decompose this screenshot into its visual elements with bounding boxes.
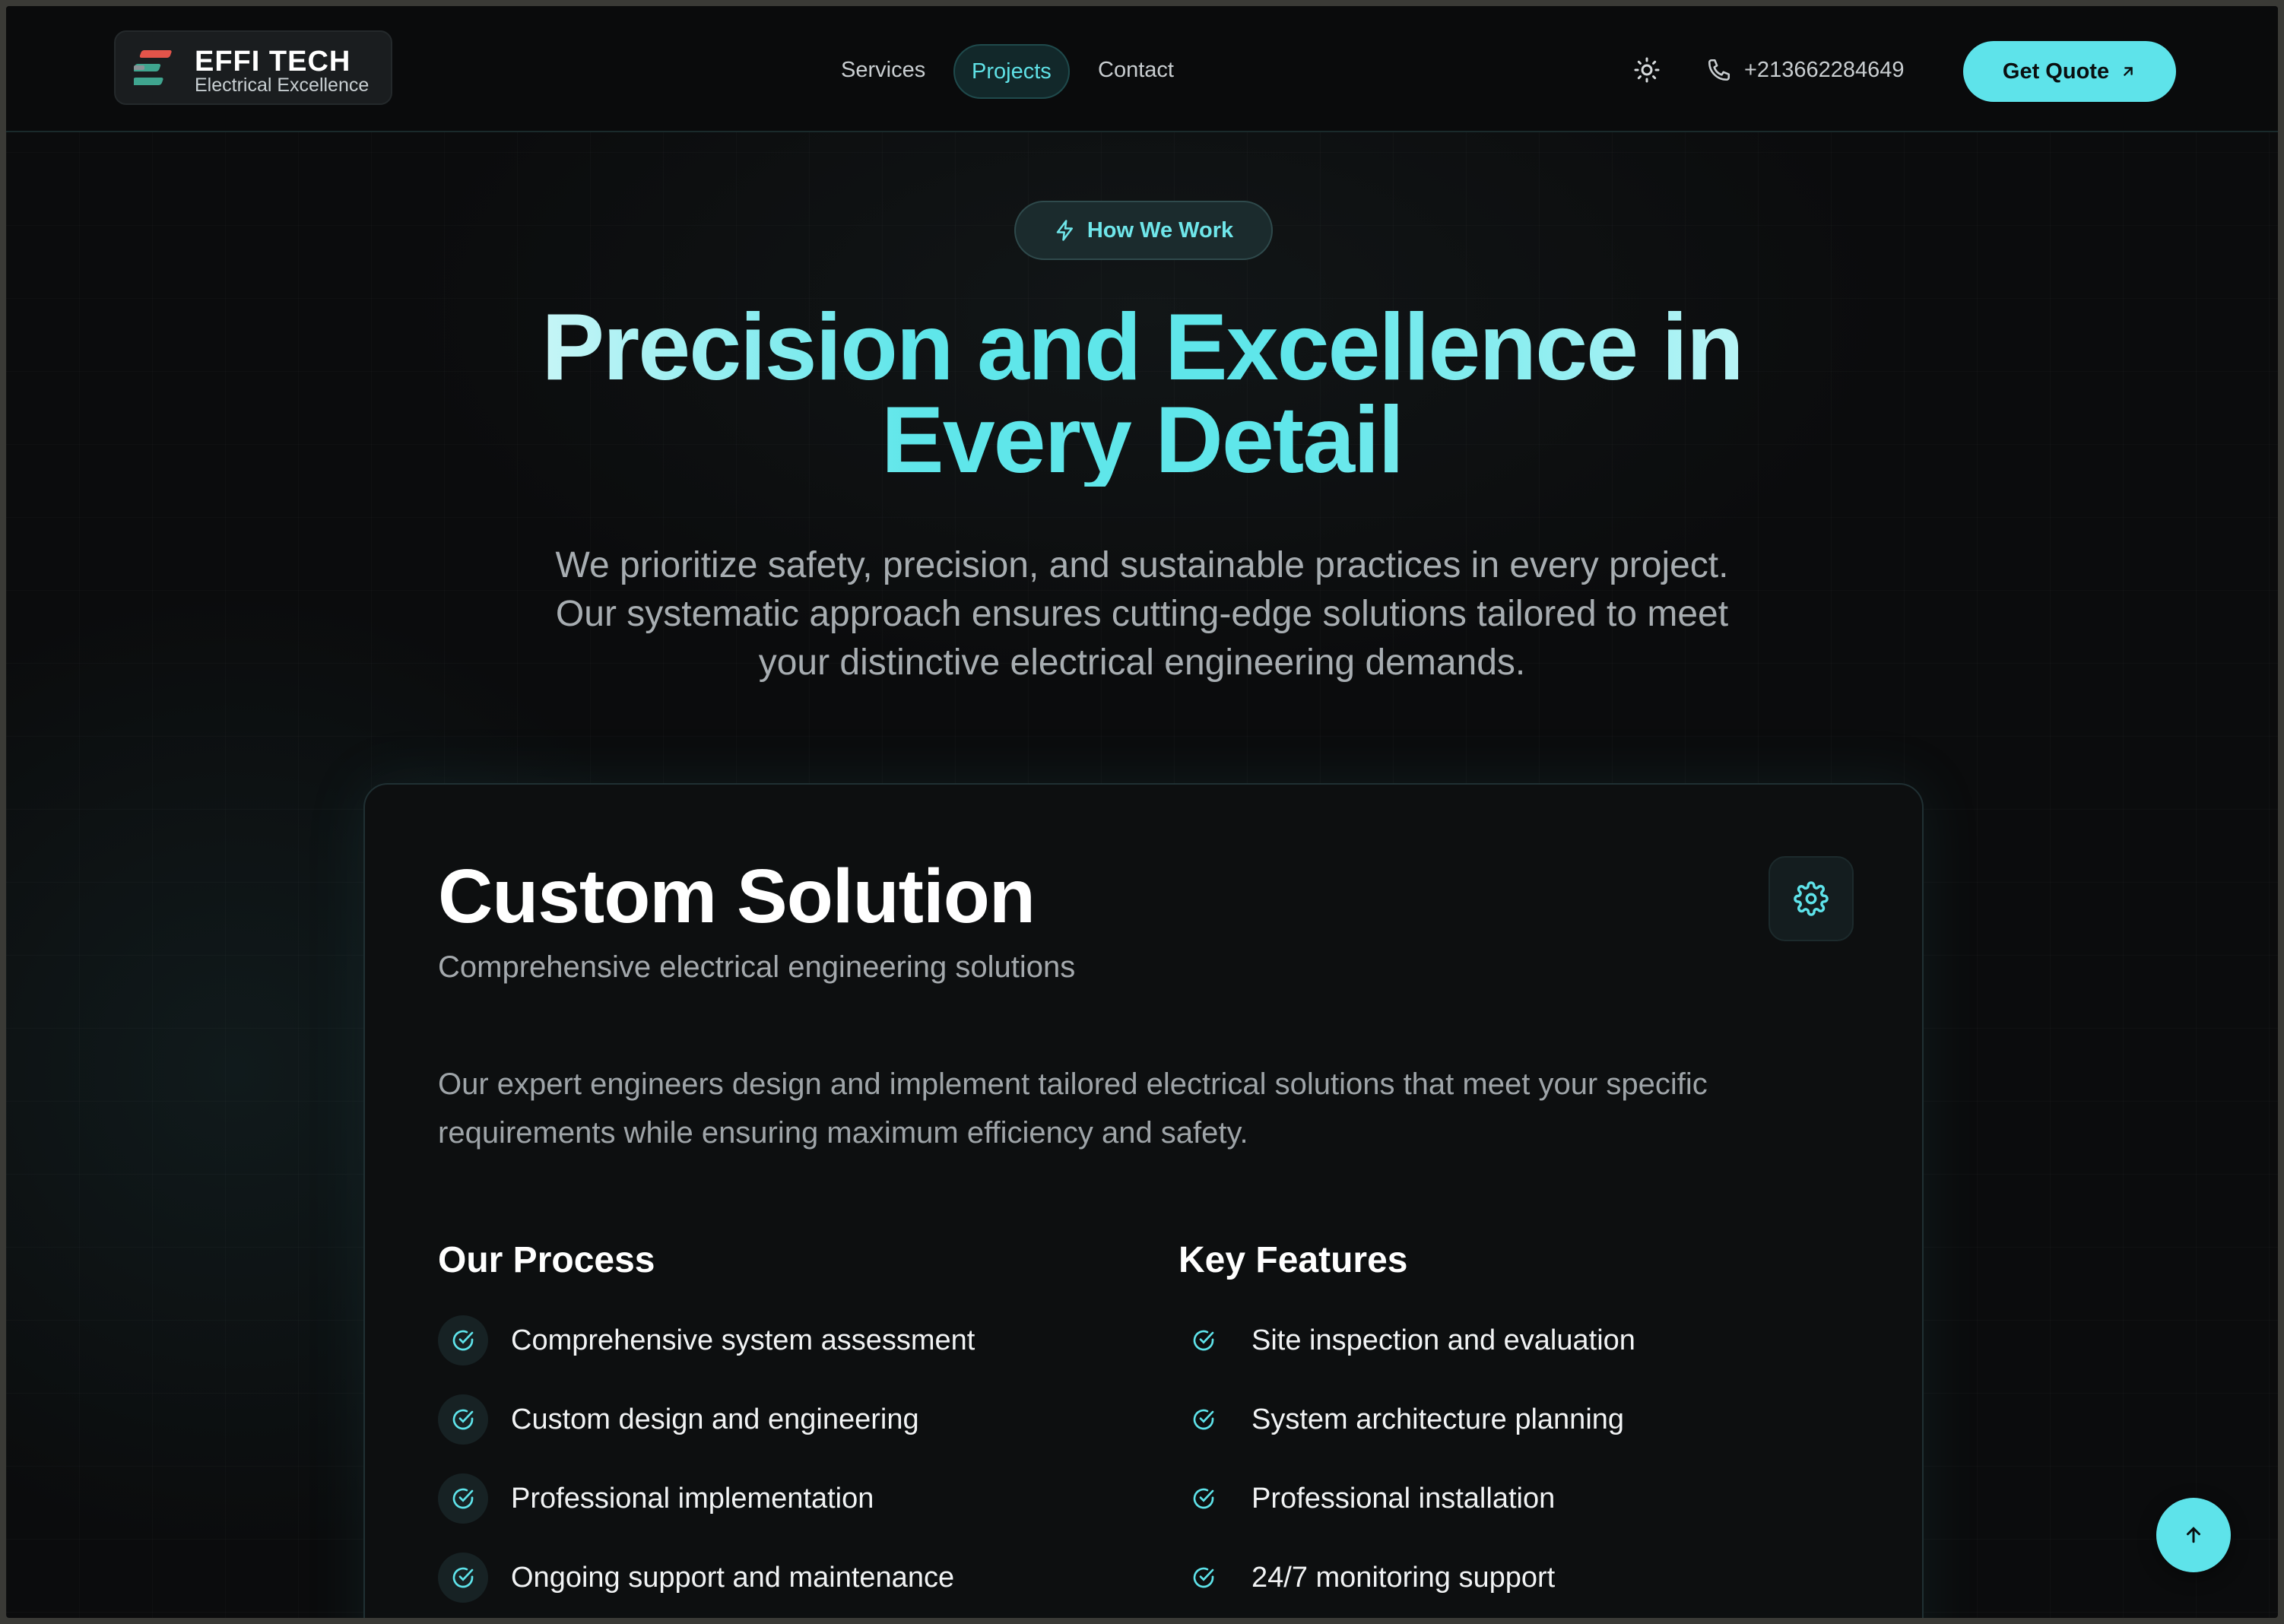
site-header: EFFI TECH Electrical Excellence Services… bbox=[6, 6, 2278, 132]
process-item-text: Ongoing support and maintenance bbox=[511, 1561, 955, 1594]
sun-icon[interactable] bbox=[1633, 56, 1661, 84]
custom-solution-card: Custom Solution Comprehensive electrical… bbox=[363, 783, 1924, 1618]
check-circle-icon bbox=[438, 1473, 488, 1524]
get-quote-button[interactable]: Get Quote bbox=[1963, 41, 2176, 102]
check-circle-icon bbox=[1178, 1315, 1229, 1365]
process-item-text: Professional implementation bbox=[511, 1482, 874, 1515]
list-item: Custom design and engineering bbox=[438, 1393, 919, 1446]
gear-icon bbox=[1794, 881, 1829, 916]
hero-title: Precision and Excellence in Every Detail bbox=[382, 301, 1902, 487]
nav-item-projects[interactable]: Projects bbox=[953, 44, 1070, 99]
feature-item-text: System architecture planning bbox=[1251, 1403, 1625, 1435]
check-circle-icon bbox=[438, 1394, 488, 1445]
check-circle-icon bbox=[1178, 1473, 1229, 1524]
features-heading: Key Features bbox=[1178, 1240, 1408, 1280]
list-item: 24/7 monitoring support bbox=[1178, 1551, 1555, 1604]
hero-title-line-2: Every Detail bbox=[881, 388, 1403, 493]
brand-name: EFFI TECH bbox=[195, 46, 351, 78]
card-subtitle: Comprehensive electrical engineering sol… bbox=[438, 950, 1076, 984]
list-item: Professional installation bbox=[1178, 1472, 1555, 1525]
check-circle-icon bbox=[438, 1553, 488, 1603]
arrow-up-icon bbox=[2187, 1527, 2200, 1543]
how-we-work-badge: How We Work bbox=[1014, 201, 1273, 260]
list-item: Ongoing support and maintenance bbox=[438, 1551, 954, 1604]
nav-item-services[interactable]: Services bbox=[824, 43, 942, 97]
feature-item-text: Site inspection and evaluation bbox=[1251, 1324, 1635, 1356]
phone-icon bbox=[1708, 59, 1730, 81]
hero-title-line-1: Precision and Excellence in bbox=[541, 295, 1743, 400]
lightning-icon bbox=[1056, 220, 1073, 241]
badge-label: How We Work bbox=[1086, 217, 1234, 243]
process-heading: Our Process bbox=[438, 1240, 655, 1280]
list-item: Comprehensive system assessment bbox=[438, 1314, 975, 1367]
phone-number: +213662284649 bbox=[1744, 57, 1905, 82]
check-circle-icon bbox=[438, 1315, 488, 1365]
feature-item-text: 24/7 monitoring support bbox=[1251, 1561, 1556, 1594]
list-item: System architecture planning bbox=[1178, 1393, 1624, 1446]
get-quote-label: Get Quote bbox=[2002, 59, 2110, 84]
list-item: Site inspection and evaluation bbox=[1178, 1314, 1635, 1367]
settings-button[interactable] bbox=[1769, 856, 1854, 941]
logo-mark-icon bbox=[134, 50, 172, 85]
process-item-text: Custom design and engineering bbox=[511, 1403, 919, 1435]
page: EFFI TECH Electrical Excellence Services… bbox=[6, 6, 2278, 1618]
check-circle-icon bbox=[1178, 1553, 1229, 1603]
feature-item-text: Professional installation bbox=[1251, 1482, 1556, 1515]
process-item-text: Comprehensive system assessment bbox=[511, 1324, 975, 1356]
hero-description: We prioritize safety, precision, and sus… bbox=[555, 545, 1729, 683]
nav-item-contact[interactable]: Contact bbox=[1081, 43, 1191, 97]
list-item: Professional implementation bbox=[438, 1472, 874, 1525]
brand-logo[interactable]: EFFI TECH Electrical Excellence bbox=[114, 30, 392, 105]
card-title: Custom Solution bbox=[438, 854, 1036, 939]
brand-tagline: Electrical Excellence bbox=[195, 75, 370, 96]
scroll-to-top-button[interactable] bbox=[2156, 1498, 2231, 1572]
card-description: Our expert engineers design and implemen… bbox=[438, 1067, 1708, 1150]
phone-link[interactable]: +213662284649 bbox=[1706, 55, 1904, 85]
arrow-up-right-icon bbox=[2124, 67, 2133, 76]
check-circle-icon bbox=[1178, 1394, 1229, 1445]
